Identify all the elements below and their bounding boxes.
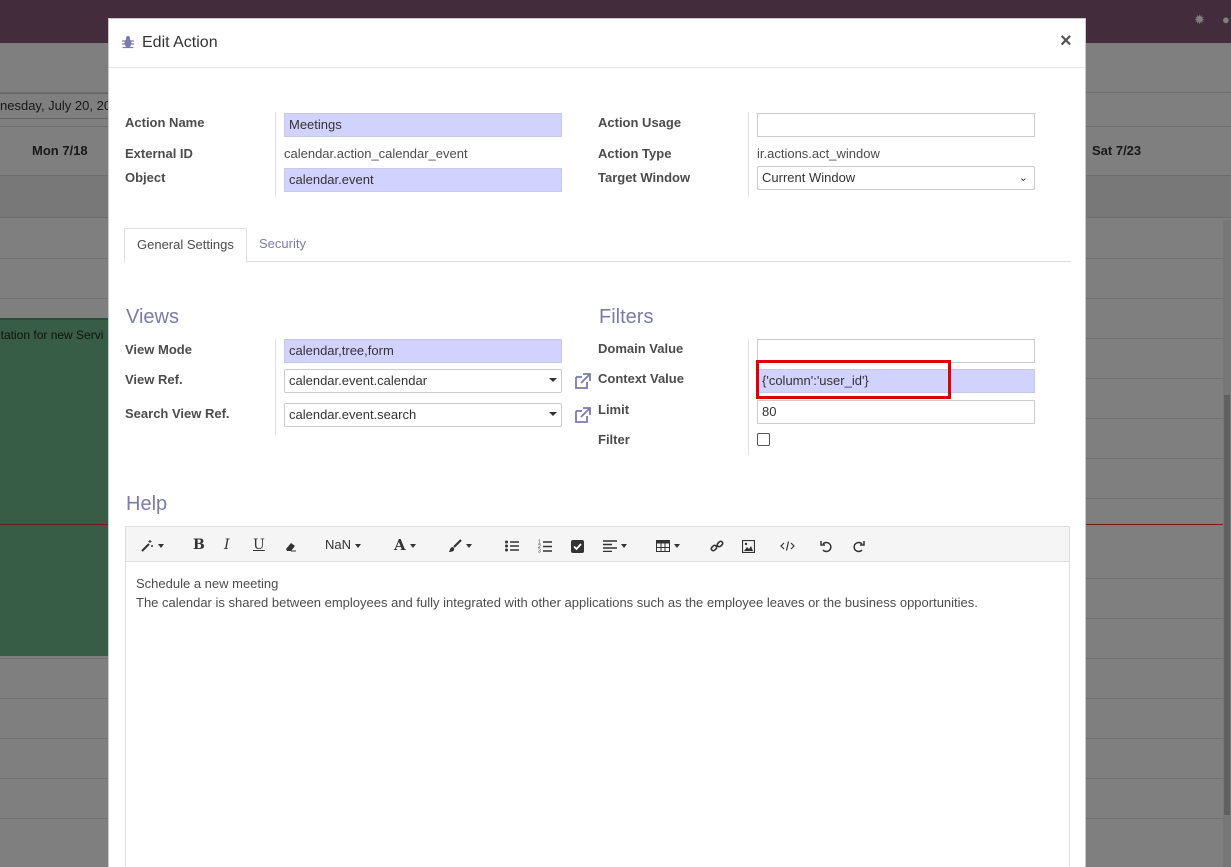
external-id-label: External ID [125, 146, 193, 161]
object-input[interactable]: calendar.event [284, 168, 562, 192]
action-type-label: Action Type [598, 146, 672, 161]
align-icon[interactable] [603, 536, 627, 554]
target-window-label: Target Window [598, 170, 691, 185]
action-name-input[interactable]: Meetings [284, 113, 562, 137]
close-icon[interactable]: × [1060, 30, 1072, 53]
italic-icon[interactable]: I [224, 536, 230, 554]
help-line-1: Schedule a new meeting [136, 576, 279, 591]
search-view-ref-value: calendar.event.search [289, 407, 417, 422]
object-label: Object [125, 170, 166, 185]
link-icon[interactable] [710, 536, 724, 554]
views-heading: Views [126, 306, 179, 328]
field-separator [275, 339, 276, 435]
image-icon[interactable] [742, 536, 755, 554]
chevron-down-icon: ⌄ [1018, 172, 1028, 184]
svg-text:3: 3 [538, 549, 541, 554]
action-name-label: Action Name [125, 115, 205, 130]
magic-wand-icon[interactable] [140, 536, 164, 554]
bold-icon[interactable]: B [193, 536, 205, 554]
view-ref-value: calendar.event.calendar [289, 373, 428, 388]
edit-action-dialog: Edit Action × Action Name Meetings Exter… [108, 18, 1086, 867]
editor-content[interactable]: Schedule a new meeting The calendar is s… [126, 562, 1069, 624]
filter-label: Filter [598, 432, 630, 447]
field-separator [748, 112, 749, 197]
external-link-icon[interactable] [573, 406, 593, 424]
font-size-dropdown[interactable]: NaN [325, 536, 362, 554]
filter-checkbox[interactable] [757, 433, 770, 446]
paint-brush-icon[interactable] [448, 536, 472, 554]
help-editor[interactable]: B I U NaN A 123 Schedule a new meeting T… [125, 526, 1070, 867]
action-usage-input[interactable] [757, 113, 1035, 137]
eraser-icon[interactable] [284, 536, 298, 554]
notebook-tabs: General Settings Security [124, 228, 1071, 263]
code-view-icon[interactable] [780, 536, 795, 554]
view-mode-input[interactable]: calendar,tree,form [284, 339, 562, 363]
ordered-list-icon[interactable]: 123 [538, 536, 552, 554]
search-view-ref-label: Search View Ref. [125, 406, 230, 421]
redo-icon[interactable] [852, 536, 865, 554]
tab-security[interactable]: Security [247, 228, 318, 262]
filters-heading: Filters [599, 306, 654, 328]
target-window-selected: Current Window [762, 170, 856, 185]
field-separator [748, 339, 749, 455]
unordered-list-icon[interactable] [505, 536, 519, 554]
target-window-select[interactable]: Current Window ⌄ [757, 166, 1035, 190]
external-id-value: calendar.action_calendar_event [284, 146, 468, 161]
help-heading: Help [126, 493, 168, 515]
context-value-highlight [756, 360, 951, 399]
help-line-2: The calendar is shared between employees… [136, 595, 978, 610]
chevron-down-icon [549, 412, 557, 416]
checklist-icon[interactable] [571, 536, 584, 554]
chevron-down-icon [549, 378, 557, 382]
field-separator [275, 112, 276, 197]
font-color-icon[interactable]: A [394, 536, 416, 554]
search-view-ref-select[interactable]: calendar.event.search [284, 403, 562, 427]
external-link-icon[interactable] [573, 372, 593, 390]
limit-input[interactable]: 80 [757, 400, 1035, 424]
context-value-label: Context Value [598, 371, 684, 386]
underline-icon[interactable]: U [253, 536, 265, 554]
table-icon[interactable] [656, 536, 680, 554]
font-size-value: NaN [325, 537, 352, 552]
action-type-value: ir.actions.act_window [757, 146, 880, 161]
view-ref-label: View Ref. [125, 372, 183, 387]
view-ref-select[interactable]: calendar.event.calendar [284, 369, 562, 393]
bug-icon [122, 36, 134, 49]
undo-icon[interactable] [820, 536, 833, 554]
view-mode-label: View Mode [125, 342, 192, 357]
domain-value-label: Domain Value [598, 341, 684, 356]
editor-toolbar: B I U NaN A 123 [126, 527, 1069, 562]
tab-general-settings[interactable]: General Settings [124, 228, 247, 263]
dialog-header: Edit Action × [109, 19, 1085, 68]
limit-label: Limit [598, 402, 630, 417]
action-usage-label: Action Usage [598, 115, 682, 130]
dialog-title: Edit Action [142, 34, 218, 51]
